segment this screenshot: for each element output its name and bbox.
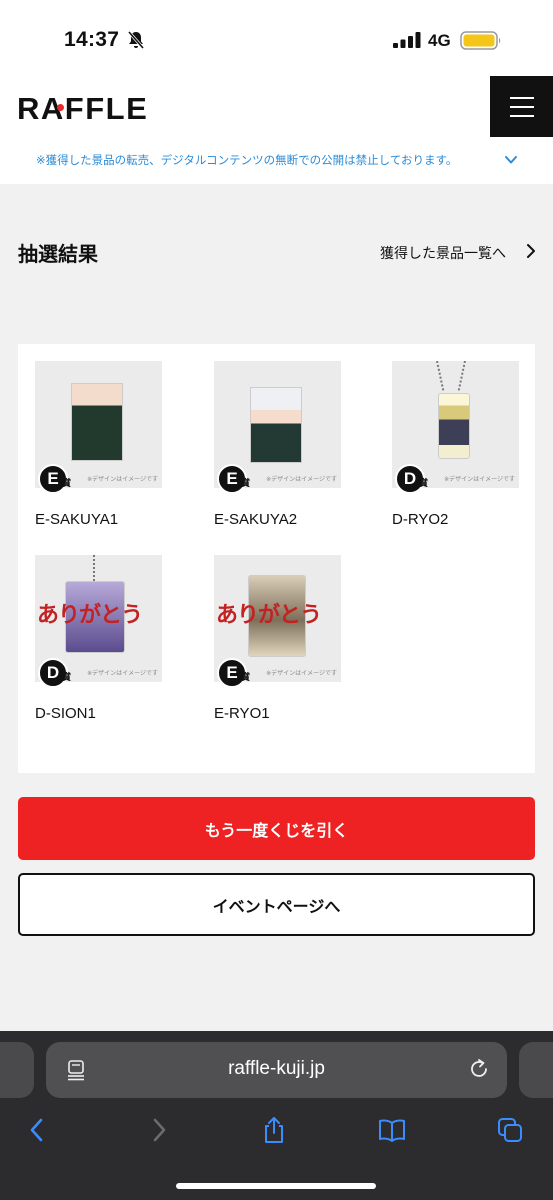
image-note: ※デザインはイメージです	[87, 476, 158, 483]
reload-icon[interactable]	[468, 1058, 490, 1080]
thanks-art-text: ありがとう	[37, 603, 143, 628]
prize-photo	[71, 383, 123, 461]
menu-bar-3	[510, 115, 534, 117]
image-note: ※デザインはイメージです	[444, 476, 515, 483]
back-icon[interactable]	[24, 1115, 52, 1145]
home-indicator	[176, 1183, 376, 1189]
status-time: 14:37	[64, 28, 120, 51]
next-tab-peek[interactable]	[519, 1042, 553, 1098]
keychain-chain	[93, 555, 95, 581]
keychain-chain	[457, 361, 466, 391]
signal-icon	[393, 32, 421, 48]
image-note: ※デザインはイメージです	[266, 476, 337, 483]
bell-off-icon	[127, 31, 145, 49]
battery-icon	[460, 31, 501, 50]
prize-photo	[438, 393, 470, 459]
thanks-art-text: ありがとう	[216, 603, 322, 628]
raffle-logo[interactable]: RAFFLE	[17, 91, 148, 127]
keychain-chain	[436, 361, 445, 391]
network-type: 4G	[428, 31, 451, 50]
logo-dot	[57, 104, 64, 111]
grade-suffix: 賞	[62, 673, 72, 683]
url-text[interactable]: raffle-kuji.jp	[46, 1058, 507, 1080]
grade-suffix: 賞	[419, 479, 429, 489]
grade-suffix: 賞	[241, 673, 251, 683]
draw-again-button[interactable]: もう一度くじを引く	[18, 797, 535, 860]
image-note: ※デザインはイメージです	[87, 670, 158, 677]
menu-bar-2	[510, 106, 534, 108]
prize-list-link[interactable]: 獲得した景品一覧へ	[380, 243, 506, 263]
page-title: 抽選結果	[18, 242, 98, 266]
prize-label: E-SAKUYA2	[214, 511, 298, 528]
previous-tab-peek[interactable]	[0, 1042, 34, 1098]
menu-bar-1	[510, 97, 534, 99]
bookmarks-icon[interactable]	[377, 1115, 407, 1145]
prize-label: D-SION1	[35, 705, 96, 722]
tabs-icon[interactable]	[496, 1115, 524, 1145]
menu-button[interactable]	[490, 76, 553, 137]
prize-label: E-RYO1	[214, 705, 270, 722]
chevron-down-icon[interactable]	[504, 153, 518, 167]
event-page-button[interactable]: イベントページへ	[18, 873, 535, 936]
notice-text[interactable]: ※獲得した景品の転売、デジタルコンテンツの無断での公開は禁止しております。	[36, 152, 457, 168]
forward-icon[interactable]	[144, 1115, 172, 1145]
results-card: ※デザインはイメージです E 賞 E-SAKUYA1 ※デザインはイメージです …	[18, 344, 535, 773]
share-icon[interactable]	[260, 1115, 288, 1145]
image-note: ※デザインはイメージです	[266, 670, 337, 677]
chevron-right-icon[interactable]	[525, 243, 537, 259]
prize-label: E-SAKUYA1	[35, 511, 119, 528]
prize-label: D-RYO2	[392, 511, 449, 528]
prize-photo	[250, 387, 302, 463]
grade-suffix: 賞	[241, 479, 251, 489]
grade-suffix: 賞	[62, 479, 72, 489]
